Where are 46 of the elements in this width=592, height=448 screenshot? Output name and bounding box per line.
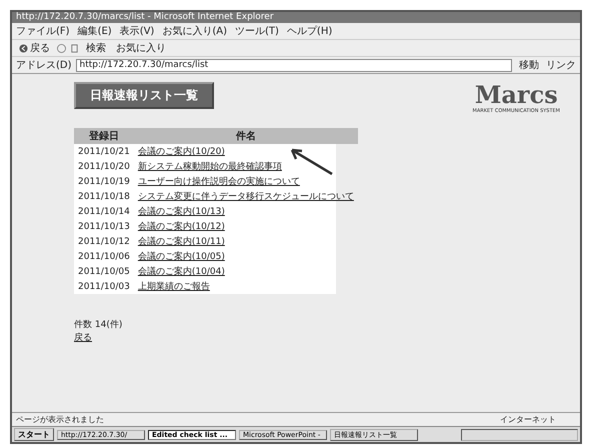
back-arrow-icon xyxy=(19,44,28,52)
date-cell: 2011/10/13 xyxy=(78,222,130,232)
menu-item[interactable]: 表示(V) xyxy=(120,24,154,38)
date-cell: 2011/10/20 xyxy=(78,162,130,172)
record-count: 件数 14(件) xyxy=(74,318,124,331)
back-button[interactable]: 戻る xyxy=(16,41,53,55)
page-banner: 日報速報リスト一覧 xyxy=(74,82,214,109)
address-label: アドレス(D) xyxy=(16,59,72,72)
menu-item[interactable]: 編集(E) xyxy=(78,24,112,38)
date-cell: 2011/10/18 xyxy=(78,192,130,202)
window-title: http://172.20.7.30/marcs/list - Microsoft Internet Explorer xyxy=(12,12,580,23)
go-button[interactable]: 移動 xyxy=(516,58,542,72)
subject-link[interactable]: 会議のご案内(10/12) xyxy=(138,222,225,232)
column-header: 登録日 xyxy=(74,128,134,144)
address-field[interactable]: http://172.20.7.30/marcs/list xyxy=(76,58,512,72)
date-cell: 2011/10/12 xyxy=(78,236,130,246)
date-cell: 2011/10/19 xyxy=(78,176,130,186)
subject-link[interactable]: 会議のご案内(10/11) xyxy=(138,237,225,247)
column-header: 件名 xyxy=(134,128,358,144)
date-cell: 2011/10/21 xyxy=(78,146,130,156)
menu-item[interactable]: ヘルプ(H) xyxy=(286,24,332,38)
menu-item[interactable]: ツール(T) xyxy=(235,24,279,38)
date-cell: 2011/10/14 xyxy=(78,206,130,216)
subject-link[interactable]: 新システム稼動開始の最終確認事項 xyxy=(138,162,282,172)
logo-text: Marcs xyxy=(474,82,558,108)
status-text: ページが表示されました xyxy=(16,414,104,425)
page-icon[interactable] xyxy=(70,44,79,52)
date-cell: 2011/10/06 xyxy=(78,252,130,262)
subject-link[interactable]: 上期業績のご報告 xyxy=(138,282,210,292)
subject-link[interactable]: 会議のご案内(10/20) xyxy=(138,147,225,157)
subject-link[interactable]: 会議のご案内(10/05) xyxy=(138,252,225,262)
pointer-arrow xyxy=(288,146,334,176)
links-label[interactable]: リンク xyxy=(546,58,576,72)
subject-link[interactable]: システム変更に伴うデータ移行スケジュールについて xyxy=(138,192,354,202)
menu-item[interactable]: お気に入り(A) xyxy=(162,24,227,38)
search-button[interactable]: 検索 xyxy=(83,41,109,55)
start-button[interactable]: スタート xyxy=(14,428,54,441)
subject-link[interactable]: 会議のご案内(10/04) xyxy=(138,267,225,277)
subject-link[interactable]: 会議のご案内(10/13) xyxy=(138,207,225,217)
menu-item[interactable]: ファイル(F) xyxy=(16,24,70,38)
back-link[interactable]: 戻る xyxy=(74,331,92,344)
subject-link[interactable]: ユーザー向け操作説明会の実施について xyxy=(138,177,300,187)
date-cell: 2011/10/05 xyxy=(78,266,130,276)
favorites-button[interactable]: お気に入り xyxy=(113,41,169,55)
date-cell: 2011/10/03 xyxy=(78,282,130,292)
zone-label: インターネット xyxy=(500,414,556,425)
